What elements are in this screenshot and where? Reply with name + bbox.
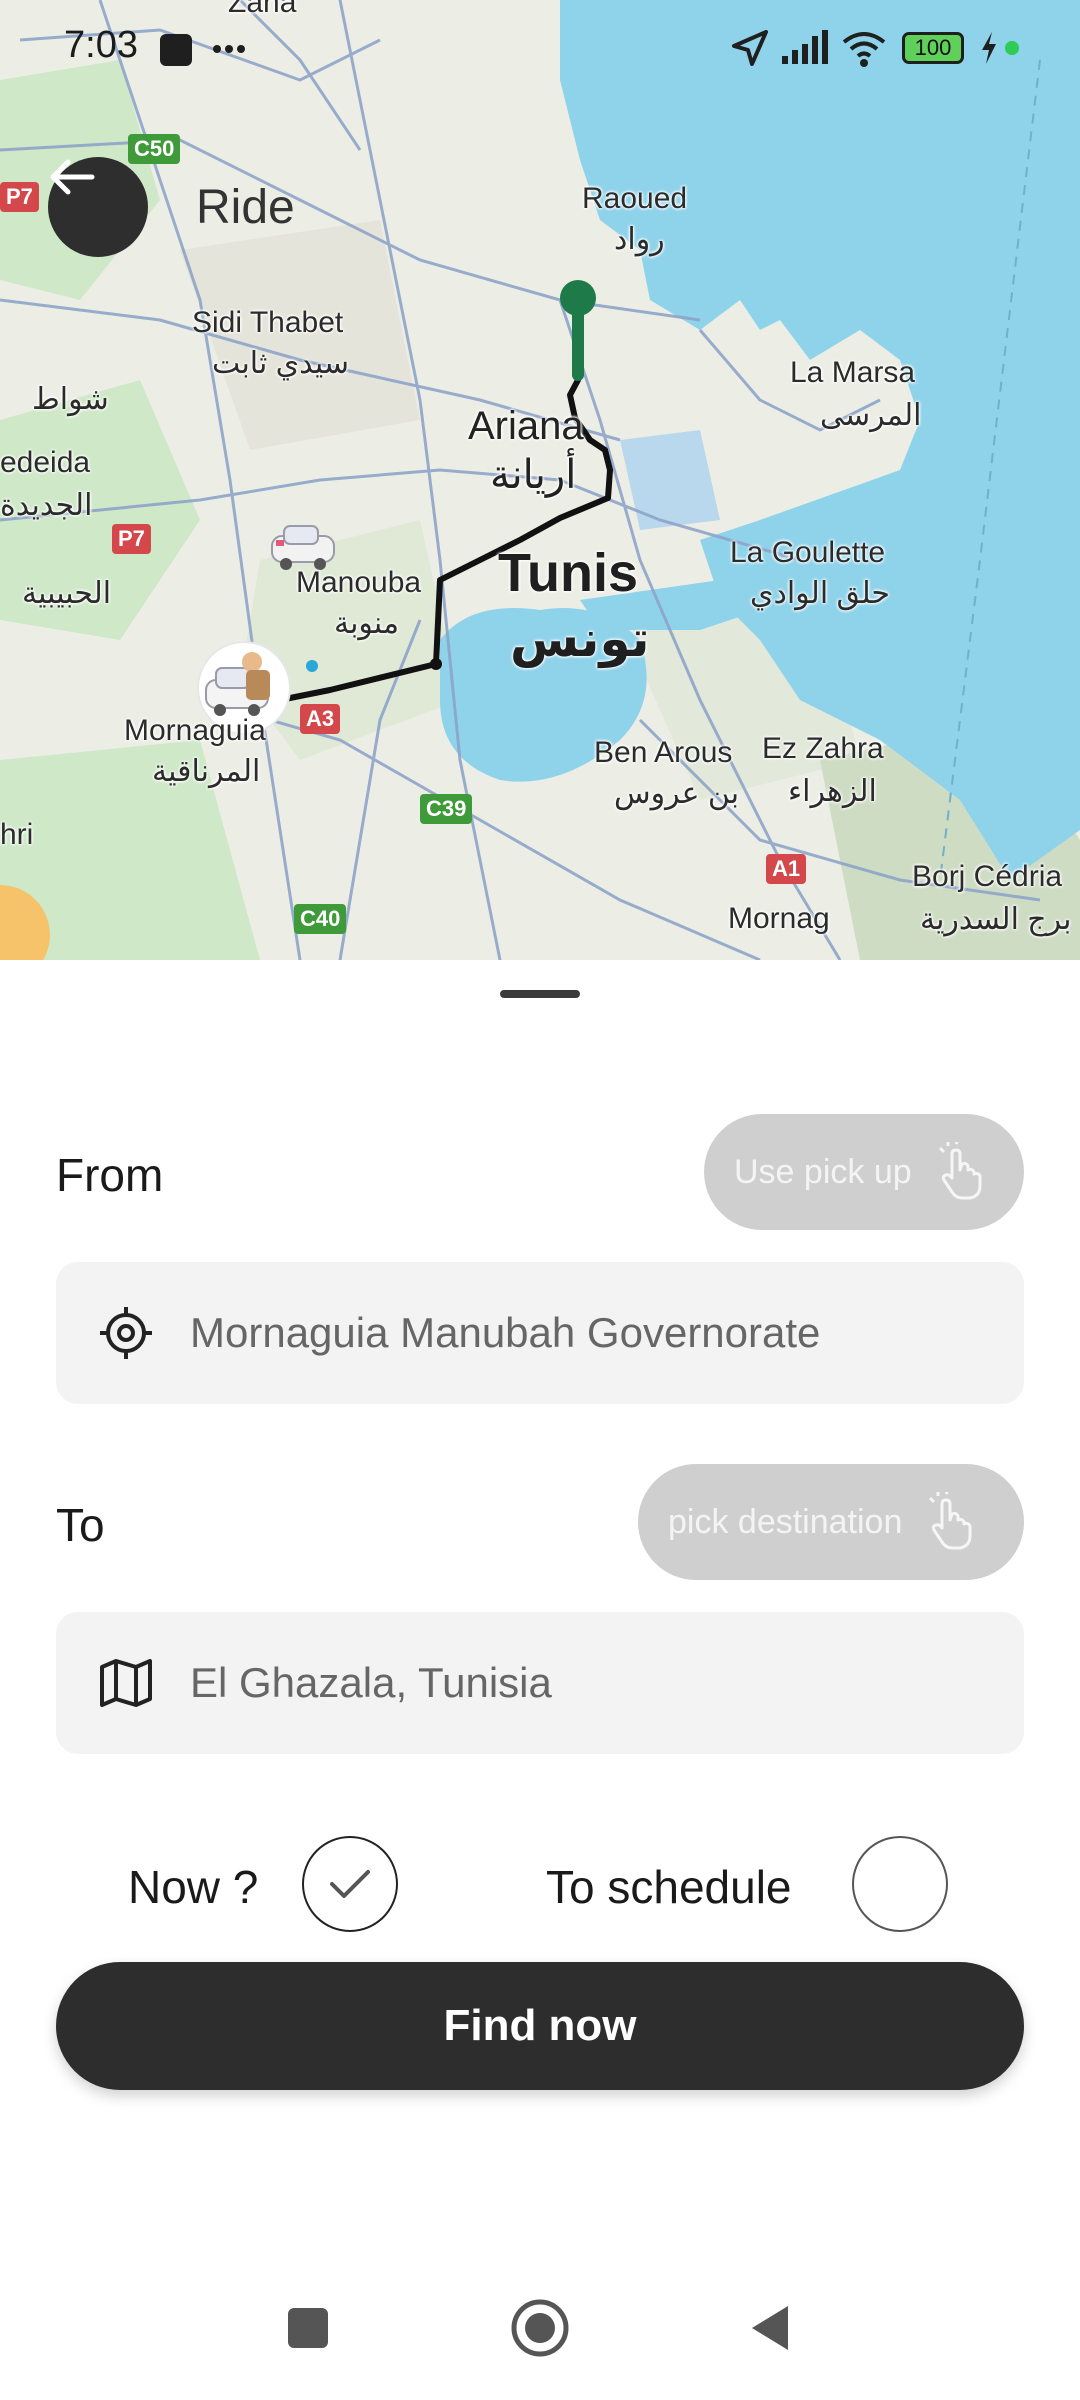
from-value: Mornaguia Manubah Governorate bbox=[190, 1309, 821, 1356]
back-button[interactable] bbox=[48, 157, 148, 257]
checkmark-icon bbox=[330, 1870, 370, 1898]
map-label-mornag: Mornag bbox=[728, 902, 830, 935]
map-label-hbibia-ar: الحبيبية bbox=[22, 577, 112, 610]
to-field[interactable]: El Ghazala, Tunisia bbox=[56, 1612, 1024, 1754]
recents-nav-icon[interactable] bbox=[286, 2306, 330, 2350]
to-label: To bbox=[56, 1499, 105, 1551]
from-field[interactable]: Mornaguia Manubah Governorate bbox=[56, 1262, 1024, 1404]
map-label-ben-arous-ar: بن عروس bbox=[614, 777, 740, 810]
map-label-borj-cedria: Borj Cédria bbox=[912, 860, 1063, 893]
road-badge-p7-top: P7 bbox=[0, 182, 39, 212]
charging-bolt-icon bbox=[982, 32, 996, 64]
use-pickup-label: Use pick up bbox=[734, 1152, 912, 1191]
map-label-borj-cedria-ar: برج السدرية bbox=[920, 903, 1072, 936]
pick-destination-label: pick destination bbox=[668, 1502, 903, 1541]
map-label-tunis-ar: تونس bbox=[510, 611, 650, 667]
ride-form-sheet: From Use pick up Mornaguia Manubah Gover… bbox=[0, 960, 1080, 2400]
map-label-ez-zahra-ar: الزهراء bbox=[788, 775, 877, 808]
map-label-jedeida-ar: الجديدة bbox=[0, 489, 93, 522]
page-title: Ride bbox=[196, 181, 295, 234]
back-nav-icon[interactable] bbox=[748, 2302, 792, 2354]
road-badge-c40: C40 bbox=[294, 904, 347, 934]
map-label-manouba-ar: منوبة bbox=[334, 607, 400, 640]
map-label-tunis: Tunis bbox=[498, 543, 638, 603]
map-label-chouat-ar: شواط bbox=[32, 383, 109, 416]
map-label-sidi-thabet: Sidi Thabet bbox=[192, 306, 344, 339]
road-badge-c39: C39 bbox=[420, 794, 473, 824]
to-value: El Ghazala, Tunisia bbox=[190, 1659, 552, 1706]
map-label-la-goulette: La Goulette bbox=[730, 536, 886, 569]
map-view[interactable]: Zana Raoued رواد La Marsa المرسى Sidi Th… bbox=[0, 0, 1080, 960]
map-label-sidi-thabet-ar: سيدي ثابت bbox=[212, 347, 350, 380]
map-label-mornaguia: Mornaguia bbox=[124, 714, 266, 747]
pick-destination-button[interactable]: pick destination bbox=[638, 1464, 1024, 1580]
hand-pointer-icon bbox=[938, 1142, 982, 1200]
status-time: 7:03 bbox=[64, 24, 138, 66]
status-bar: 7:03 100 bbox=[0, 0, 1080, 100]
now-label: Now ? bbox=[128, 1861, 259, 1913]
home-nav-icon[interactable] bbox=[510, 2298, 570, 2358]
arrow-left-icon bbox=[50, 159, 95, 195]
location-target-icon bbox=[100, 1307, 152, 1359]
map-label-hri: hri bbox=[0, 818, 34, 851]
from-label: From bbox=[56, 1149, 164, 1201]
app-notification-icon bbox=[160, 34, 192, 66]
map-label-manouba: Manouba bbox=[296, 566, 422, 599]
signal-icon bbox=[782, 30, 828, 64]
more-notifications-icon bbox=[213, 45, 245, 53]
road-badge-p7-mid: P7 bbox=[112, 524, 151, 554]
battery-icon: 100 bbox=[902, 32, 964, 64]
hand-pointer-icon bbox=[929, 1492, 972, 1550]
map-label-raoued: Raoued bbox=[582, 182, 688, 215]
battery-level: 100 bbox=[914, 35, 952, 60]
drag-handle[interactable] bbox=[500, 990, 580, 998]
map-label-ariana-ar: أريانة bbox=[490, 453, 577, 497]
map-label-la-marsa: La Marsa bbox=[790, 356, 916, 389]
find-now-button[interactable]: Find now bbox=[56, 1962, 1024, 2090]
schedule-label: To schedule bbox=[546, 1861, 792, 1913]
now-radio[interactable] bbox=[302, 1836, 398, 1932]
road-badge-a1: A1 bbox=[766, 854, 807, 884]
active-dot-icon bbox=[1005, 41, 1019, 55]
road-badge-a3: A3 bbox=[300, 704, 341, 734]
map-label-ben-arous: Ben Arous bbox=[594, 736, 733, 769]
map-label-ariana: Ariana bbox=[468, 404, 584, 448]
use-pickup-button[interactable]: Use pick up bbox=[704, 1114, 1024, 1230]
map-label-la-marsa-ar: المرسى bbox=[820, 399, 922, 432]
map-label-la-goulette-ar: حلق الوادي bbox=[750, 577, 890, 610]
schedule-radio[interactable] bbox=[852, 1836, 948, 1932]
map-label-ez-zahra: Ez Zahra bbox=[762, 732, 884, 765]
map-label-mornaguia-ar: المرناقية bbox=[152, 755, 261, 788]
map-label-raoued-ar: رواد bbox=[614, 223, 665, 256]
map-icon bbox=[100, 1659, 152, 1707]
location-arrow-icon bbox=[732, 30, 768, 66]
wifi-icon bbox=[842, 32, 886, 67]
road-badge-c50: C50 bbox=[128, 134, 181, 164]
map-label-jedeida: edeida bbox=[0, 446, 91, 479]
